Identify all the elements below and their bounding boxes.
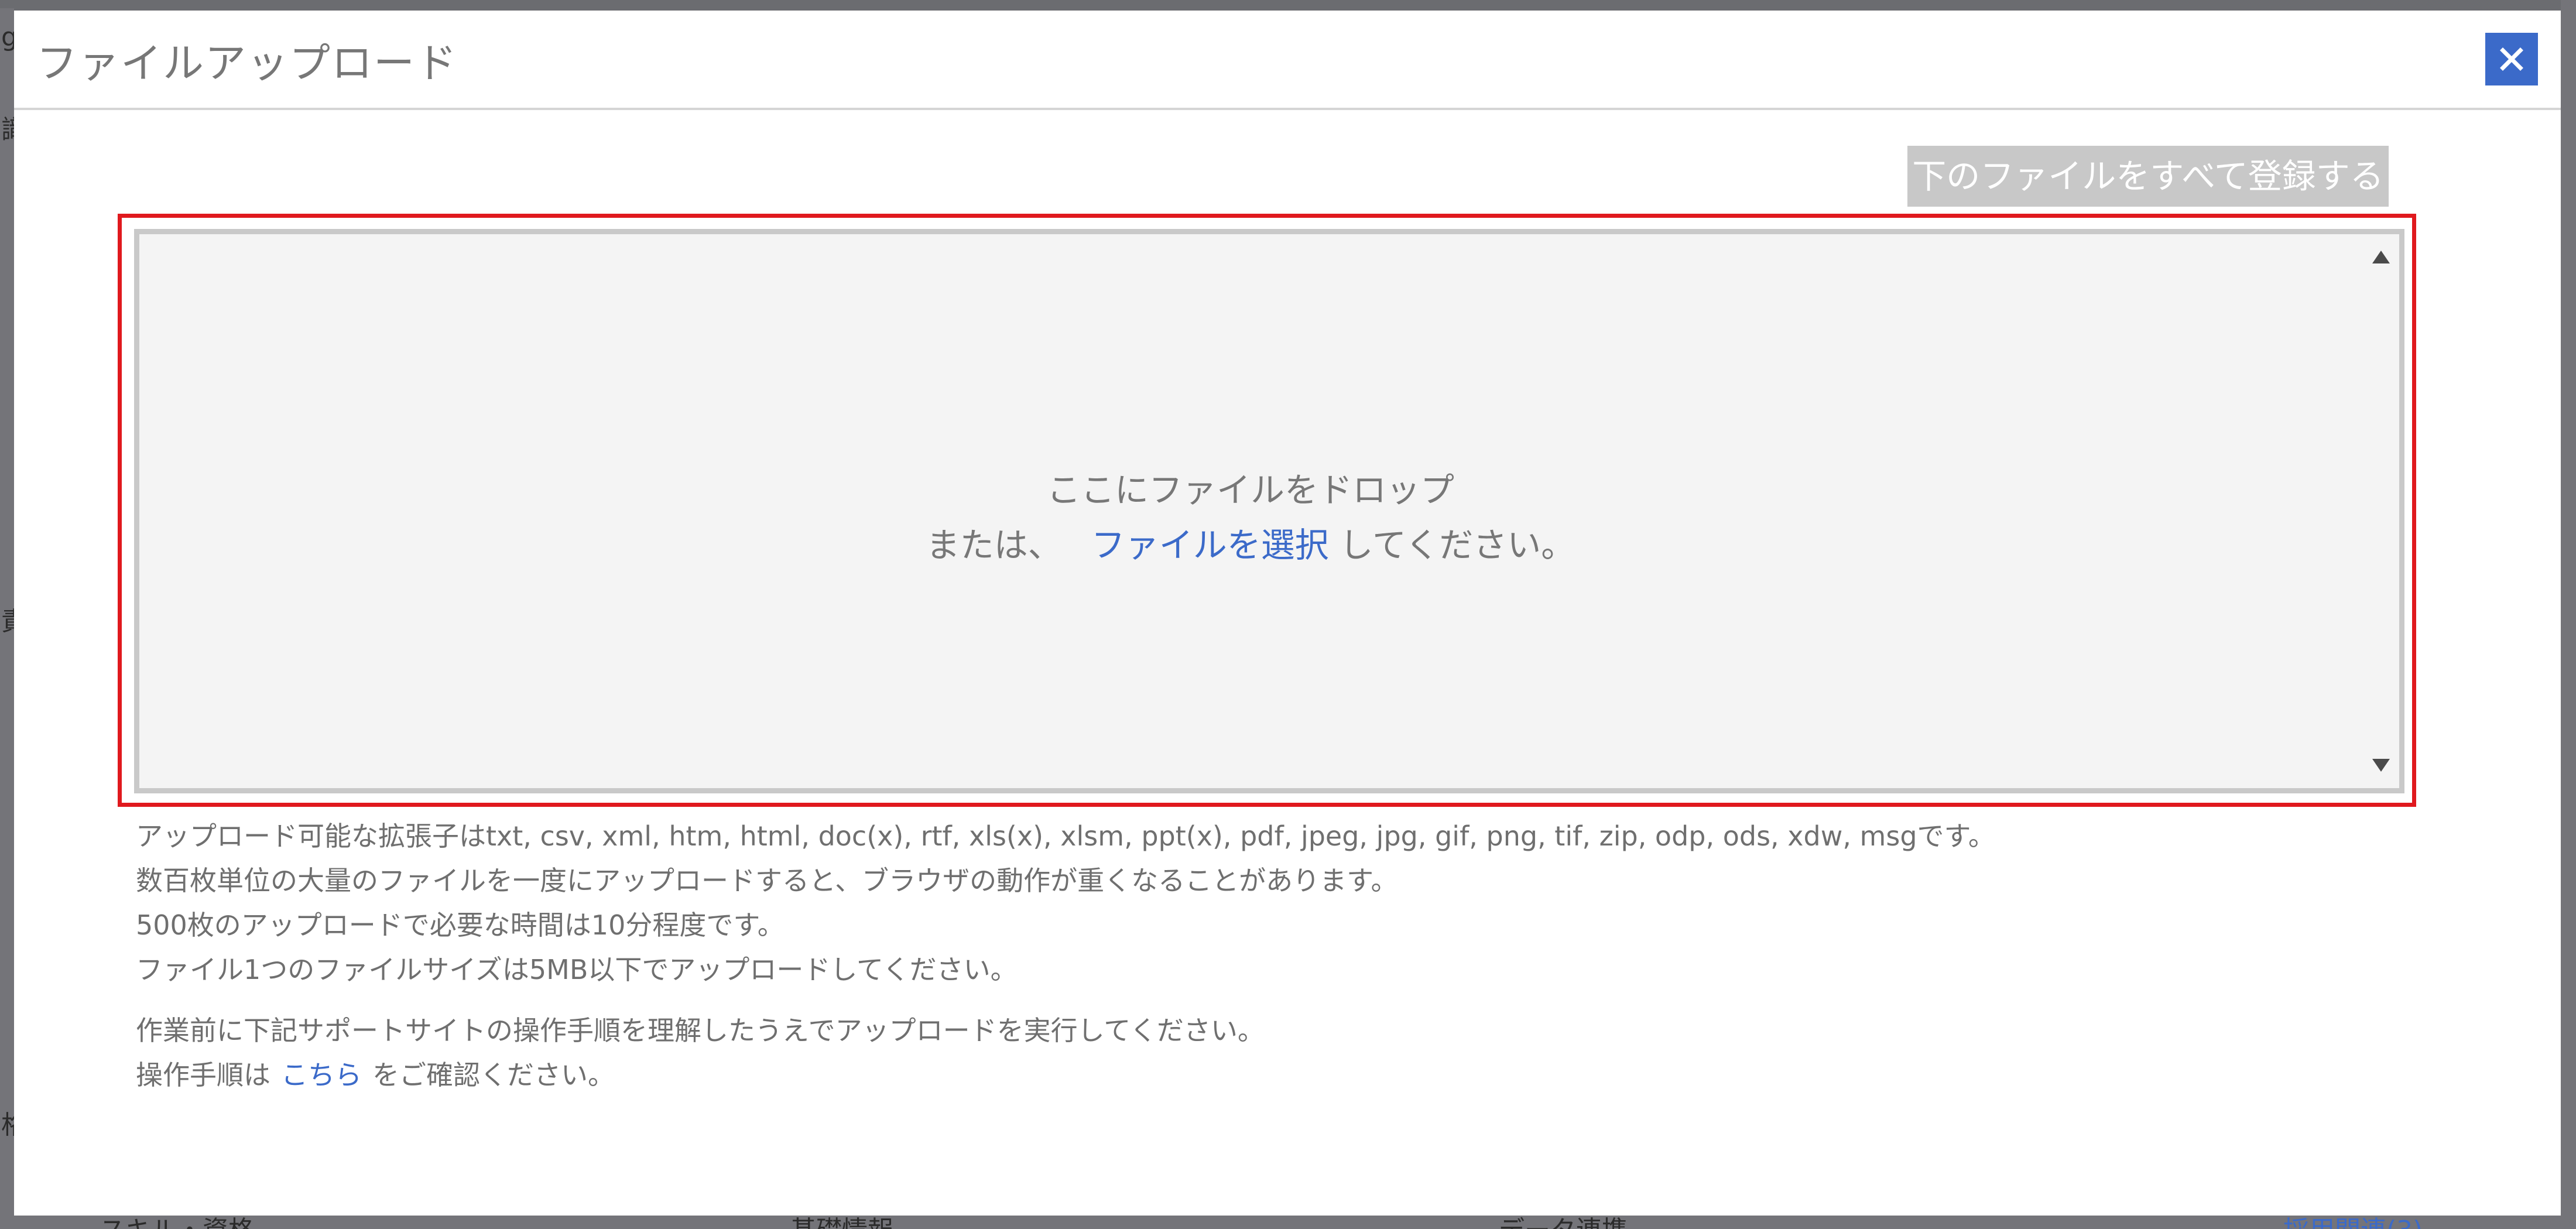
register-all-files-button[interactable]: 下のファイルをすべて登録する bbox=[1907, 146, 2389, 207]
close-icon bbox=[2500, 47, 2523, 71]
drop-zone-line-1: ここにファイルをドロップ bbox=[1046, 470, 1454, 510]
drop-zone-please-text: してください。 bbox=[1339, 525, 1575, 565]
background-text-fragment: 基礎情報 bbox=[790, 1218, 893, 1229]
background-text-fragment: スキル・資格 bbox=[100, 1218, 254, 1229]
support-site-instruction: 作業前に下記サポートサイトの操作手順を理解したうえでアップロードを実行してくださ… bbox=[136, 1015, 1265, 1046]
upload-notes: アップロード可能な拡張子はtxt, csv, xml, htm, html, d… bbox=[136, 814, 2419, 1097]
triangle-up-icon[interactable] bbox=[2372, 251, 2390, 263]
procedure-link[interactable]: こちら bbox=[281, 1059, 362, 1091]
allowed-extensions-note: アップロード可能な拡張子はtxt, csv, xml, htm, html, d… bbox=[136, 820, 1995, 852]
drop-zone-scrollbar[interactable] bbox=[2362, 234, 2399, 788]
background-link-fragment: 採用関連(3) bbox=[2283, 1218, 2423, 1229]
close-button[interactable] bbox=[2485, 33, 2538, 85]
background-text-fragment: データ連携 bbox=[1499, 1218, 1628, 1229]
time-estimate-note: 500枚のアップロードで必要な時間は10分程度です。 bbox=[136, 909, 785, 941]
procedure-suffix: をご確認ください。 bbox=[372, 1059, 615, 1091]
procedure-line: 操作手順は こちら をご確認ください。 bbox=[136, 1053, 2419, 1097]
file-drop-zone[interactable]: ここにファイルをドロップ または、 ファイルを選択 してください。 bbox=[134, 229, 2404, 793]
file-size-limit-note: ファイル1つのファイルサイズは5MB以下でアップロードしてください。 bbox=[136, 954, 1018, 985]
background-right-strip bbox=[2561, 0, 2576, 1229]
triangle-down-icon[interactable] bbox=[2372, 759, 2390, 772]
bulk-upload-warning: 数百枚単位の大量のファイルを一度にアップロードすると、ブラウザの動作が重くなるこ… bbox=[136, 865, 1398, 896]
select-file-link[interactable]: ファイルを選択 bbox=[1091, 525, 1329, 565]
procedure-prefix: 操作手順は bbox=[136, 1059, 270, 1091]
drop-zone-line-2: または、 ファイルを選択 してください。 bbox=[139, 518, 2362, 573]
modal-header: ファイルアップロード bbox=[14, 11, 2561, 110]
drop-zone-or-text: または、 bbox=[926, 525, 1062, 565]
background-bottom-strip bbox=[0, 1216, 2576, 1229]
modal-title: ファイルアップロード bbox=[36, 39, 458, 87]
drop-zone-instructions: ここにファイルをドロップ または、 ファイルを選択 してください。 bbox=[139, 463, 2362, 573]
